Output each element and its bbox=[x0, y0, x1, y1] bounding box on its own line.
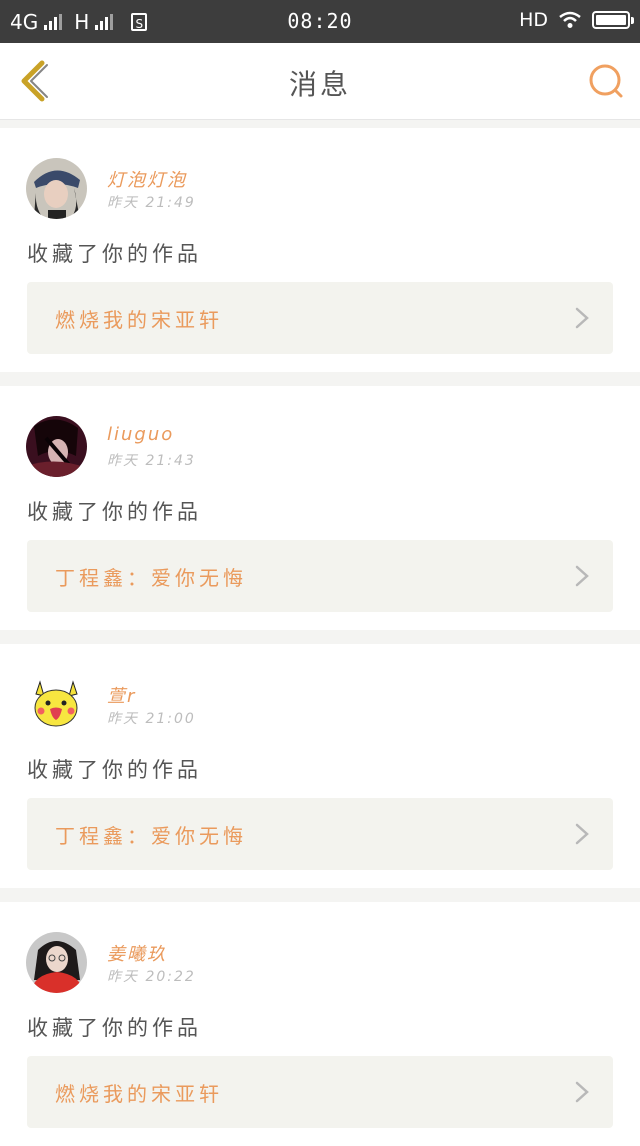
action-text: 收藏了你的作品 bbox=[27, 242, 202, 266]
work-title: 丁程鑫：爱你无悔 bbox=[55, 824, 247, 848]
search-button[interactable] bbox=[586, 61, 626, 101]
timestamp: 昨天 21:00 bbox=[107, 711, 196, 727]
message-card: 姜曦玖 昨天 20:22 收藏了你的作品 燃烧我的宋亚轩 bbox=[0, 902, 640, 1146]
message-card: liuguo 昨天 21:43 收藏了你的作品 丁程鑫：爱你无悔 bbox=[0, 386, 640, 630]
username[interactable]: 姜曦玖 bbox=[107, 940, 167, 966]
work-title: 燃烧我的宋亚轩 bbox=[55, 308, 223, 332]
hd-label: HD bbox=[519, 9, 548, 31]
work-link[interactable]: 丁程鑫：爱你无悔 bbox=[27, 798, 613, 870]
username[interactable]: 灯泡灯泡 bbox=[107, 166, 187, 192]
message-card: 萱r 昨天 21:00 收藏了你的作品 丁程鑫：爱你无悔 bbox=[0, 644, 640, 888]
work-link[interactable]: 燃烧我的宋亚轩 bbox=[27, 1056, 613, 1128]
search-icon bbox=[589, 64, 623, 98]
chevron-right-icon bbox=[575, 823, 589, 845]
status-bar: 4G H S 08:20 HD bbox=[0, 0, 640, 43]
chevron-right-icon bbox=[575, 1081, 589, 1103]
avatar[interactable] bbox=[26, 416, 87, 477]
work-link[interactable]: 丁程鑫：爱你无悔 bbox=[27, 540, 613, 612]
username[interactable]: 萱r bbox=[107, 682, 136, 708]
work-title: 丁程鑫：爱你无悔 bbox=[55, 566, 247, 590]
battery-icon bbox=[592, 11, 634, 29]
chevron-right-icon bbox=[575, 307, 589, 329]
chevron-right-icon bbox=[575, 565, 589, 587]
avatar[interactable] bbox=[26, 932, 87, 993]
username[interactable]: liuguo bbox=[107, 424, 174, 445]
message-card: 灯泡灯泡 昨天 21:49 收藏了你的作品 燃烧我的宋亚轩 bbox=[0, 128, 640, 372]
avatar[interactable] bbox=[26, 158, 87, 219]
nav-bar: 消息 bbox=[0, 43, 640, 120]
timestamp: 昨天 21:43 bbox=[107, 453, 196, 469]
status-right: HD bbox=[519, 9, 634, 31]
avatar[interactable] bbox=[26, 674, 87, 735]
action-text: 收藏了你的作品 bbox=[27, 1016, 202, 1040]
timestamp: 昨天 21:49 bbox=[107, 195, 196, 211]
page-title: 消息 bbox=[288, 68, 351, 101]
work-title: 燃烧我的宋亚轩 bbox=[55, 1082, 223, 1106]
action-text: 收藏了你的作品 bbox=[27, 758, 202, 782]
work-link[interactable]: 燃烧我的宋亚轩 bbox=[27, 282, 613, 354]
wifi-icon bbox=[559, 11, 581, 28]
timestamp: 昨天 20:22 bbox=[107, 969, 196, 985]
action-text: 收藏了你的作品 bbox=[27, 500, 202, 524]
